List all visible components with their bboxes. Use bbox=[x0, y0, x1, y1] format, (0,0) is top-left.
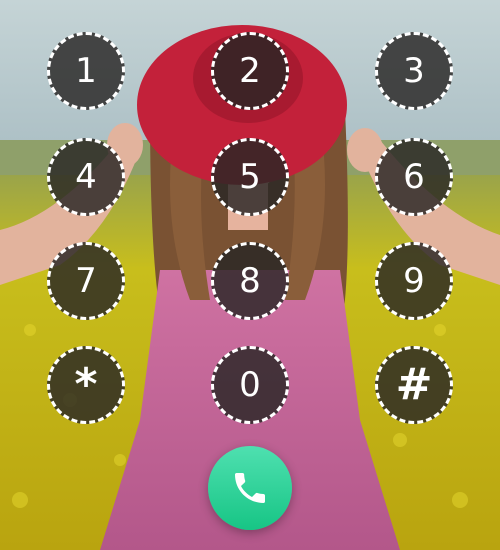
key-8[interactable]: 8 bbox=[211, 242, 289, 320]
key-hash[interactable]: # bbox=[375, 346, 453, 424]
key-hash-label: # bbox=[395, 359, 433, 410]
key-3-label: 3 bbox=[403, 51, 425, 91]
key-2-label: 2 bbox=[239, 51, 261, 91]
key-9[interactable]: 9 bbox=[375, 242, 453, 320]
key-asterisk-label: * bbox=[74, 359, 98, 410]
key-0-label: 0 bbox=[239, 365, 261, 405]
key-8-label: 8 bbox=[239, 261, 261, 301]
key-1[interactable]: 1 bbox=[47, 32, 125, 110]
key-asterisk[interactable]: * bbox=[47, 346, 125, 424]
key-7-label: 7 bbox=[75, 261, 97, 301]
key-7[interactable]: 7 bbox=[47, 242, 125, 320]
key-5[interactable]: 5 bbox=[211, 138, 289, 216]
key-3[interactable]: 3 bbox=[375, 32, 453, 110]
key-0[interactable]: 0 bbox=[211, 346, 289, 424]
key-6-label: 6 bbox=[403, 157, 425, 197]
key-4-label: 4 bbox=[75, 157, 97, 197]
key-5-label: 5 bbox=[239, 157, 261, 197]
phone-icon bbox=[235, 473, 265, 503]
key-9-label: 9 bbox=[403, 261, 425, 301]
key-4[interactable]: 4 bbox=[47, 138, 125, 216]
call-button[interactable] bbox=[208, 446, 292, 530]
key-6[interactable]: 6 bbox=[375, 138, 453, 216]
key-2[interactable]: 2 bbox=[211, 32, 289, 110]
key-1-label: 1 bbox=[75, 51, 97, 91]
